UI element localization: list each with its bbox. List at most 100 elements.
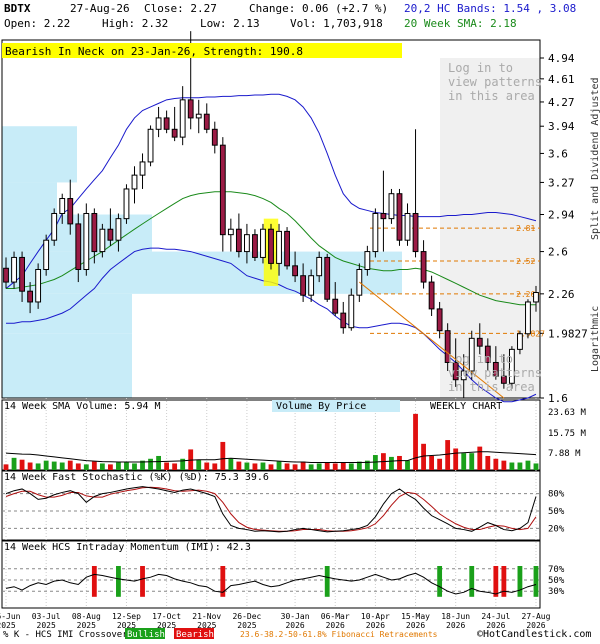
volume-panel-title: 14 Week SMA Volume: 5.94 M xyxy=(4,401,161,412)
imi-tick-label: 50% xyxy=(548,576,565,586)
crossover-bar xyxy=(437,566,443,597)
candle-body xyxy=(244,234,250,253)
legend-fibonacci: 23.6-38.2-50-61.8% Fibonacci Retracement… xyxy=(240,630,438,639)
candle-body xyxy=(324,256,331,300)
crossover-bar xyxy=(517,566,523,597)
sma-legend: 20 Week SMA: 2.18 xyxy=(404,17,517,30)
legend-crossover: % K - HCS IMI Crossover, xyxy=(3,630,133,640)
pattern-banner: Bearish In Neck on 23-Jan-26, Strength: … xyxy=(5,45,303,58)
volume-by-price-bar xyxy=(2,333,132,398)
low-value: Low: 2.13 xyxy=(200,17,260,30)
x-tick-label-date: 21-Nov xyxy=(192,612,221,621)
candle-body xyxy=(115,218,122,241)
date: 27-Aug-26 xyxy=(70,2,130,15)
x-tick-label-year: 2026 xyxy=(406,621,425,630)
login-text-bottom-2[interactable]: view patterns xyxy=(448,366,542,380)
price-tick-label: 2.94 xyxy=(548,209,575,222)
candle-body xyxy=(91,212,98,253)
close-value: Close: 2.27 xyxy=(144,2,217,15)
candle-body xyxy=(27,290,34,303)
volume-by-price-bar xyxy=(2,293,132,334)
x-tick-label-date: 15-May xyxy=(401,612,430,621)
login-text-top-1[interactable]: Log in to xyxy=(448,61,513,75)
crossover-bar xyxy=(493,566,499,597)
volume-bar xyxy=(132,463,137,470)
imi-line xyxy=(5,572,537,595)
crossover-bar xyxy=(116,566,121,597)
candle-body xyxy=(203,113,210,130)
price-tick-label: 1.6 xyxy=(548,392,568,405)
volume-bar xyxy=(148,458,153,470)
x-tick-label-year: 2025 xyxy=(237,621,256,630)
x-tick-label-date: 06-Jun xyxy=(0,612,21,621)
candle-body xyxy=(51,212,58,241)
candle-body xyxy=(284,230,290,267)
volume-bar xyxy=(332,463,338,470)
candle-body xyxy=(187,99,194,119)
copyright[interactable]: ©HotCandlestick.com xyxy=(477,629,591,640)
volume-tick-label: 23.63 M xyxy=(548,408,587,418)
candle-body xyxy=(67,198,74,225)
volume-bar xyxy=(220,441,226,470)
candle-body xyxy=(163,117,170,130)
stoch-d-line xyxy=(5,486,537,532)
x-tick-label-date: 12-Sep xyxy=(112,612,141,621)
price-tick-label: 1.9827 xyxy=(548,327,588,340)
volume-bar xyxy=(461,453,467,470)
candle-body xyxy=(83,212,90,270)
volume-bar xyxy=(116,462,121,470)
x-tick-label-year: 2025 xyxy=(0,621,16,630)
change-value: Change: 0.06 (+2.7 %) xyxy=(249,2,388,15)
x-tick-label-date: 08-Aug xyxy=(72,612,101,621)
volume-bar xyxy=(413,413,418,470)
volume-bar xyxy=(525,460,531,470)
volume-bar xyxy=(124,461,129,470)
candle-body xyxy=(260,228,266,258)
legend-bullish: Bullish xyxy=(127,630,165,640)
volume-bar xyxy=(83,464,89,470)
volume-tick-label: 15.75 M xyxy=(548,429,587,439)
price-tick-label: 3.94 xyxy=(548,120,575,133)
crossover-bar xyxy=(324,566,330,597)
candle-body xyxy=(332,298,339,314)
price-tick-label: 3.6 xyxy=(548,147,568,160)
candle-body xyxy=(99,228,106,253)
volume-tick-label: 7.88 M xyxy=(548,449,581,459)
x-tick-label-year: 2026 xyxy=(326,621,345,630)
volume-bar xyxy=(477,446,483,470)
candle-body xyxy=(19,256,25,292)
candle-body xyxy=(107,228,114,241)
candle-body xyxy=(131,174,138,190)
stochastic-title: 14 Week Fast Stochastic (%K) (%D): 75.3 … xyxy=(4,472,269,483)
candle-body xyxy=(179,99,186,138)
login-text-top-2[interactable]: view patterns xyxy=(448,75,542,89)
candle-body xyxy=(3,267,9,283)
candle-body xyxy=(436,308,443,332)
candle-body xyxy=(43,239,50,270)
volume-bar xyxy=(11,457,17,470)
imi-title: 14 Week HCS Intraday Momentum (IMI): 42.… xyxy=(4,542,251,553)
volume-bar xyxy=(324,462,330,470)
imi-tick-label: 30% xyxy=(548,587,565,597)
candle-body xyxy=(139,161,146,176)
candle-body xyxy=(533,292,539,303)
chart-page: 4.94 4.61 4.27 3.94 3.6 3.27 2.94 2.6 2.26 1.9827… xyxy=(0,0,600,640)
volume-bar xyxy=(517,462,523,470)
candle-body xyxy=(308,275,315,296)
volume-by-price-bar xyxy=(2,251,402,294)
volume-bar xyxy=(172,463,178,470)
volume-bar xyxy=(284,463,290,470)
x-tick-label-year: 2026 xyxy=(366,621,385,630)
candle-body xyxy=(292,265,298,277)
candle-body xyxy=(75,223,82,270)
volume-bar xyxy=(204,462,210,470)
candle-body xyxy=(276,230,282,264)
volume-bar xyxy=(27,462,33,470)
login-text-top-3[interactable]: in this area xyxy=(448,89,535,103)
price-tick-label: 4.27 xyxy=(548,96,575,109)
volume-bar xyxy=(43,460,49,470)
login-text-bottom-1[interactable]: Log in to xyxy=(448,352,513,366)
volume-bar xyxy=(99,463,105,470)
login-text-bottom-3[interactable]: in this area xyxy=(448,380,535,394)
price-chart-svg: 4.94 4.61 4.27 3.94 3.6 3.27 2.94 2.6 2.26 1.9827… xyxy=(0,2,600,640)
